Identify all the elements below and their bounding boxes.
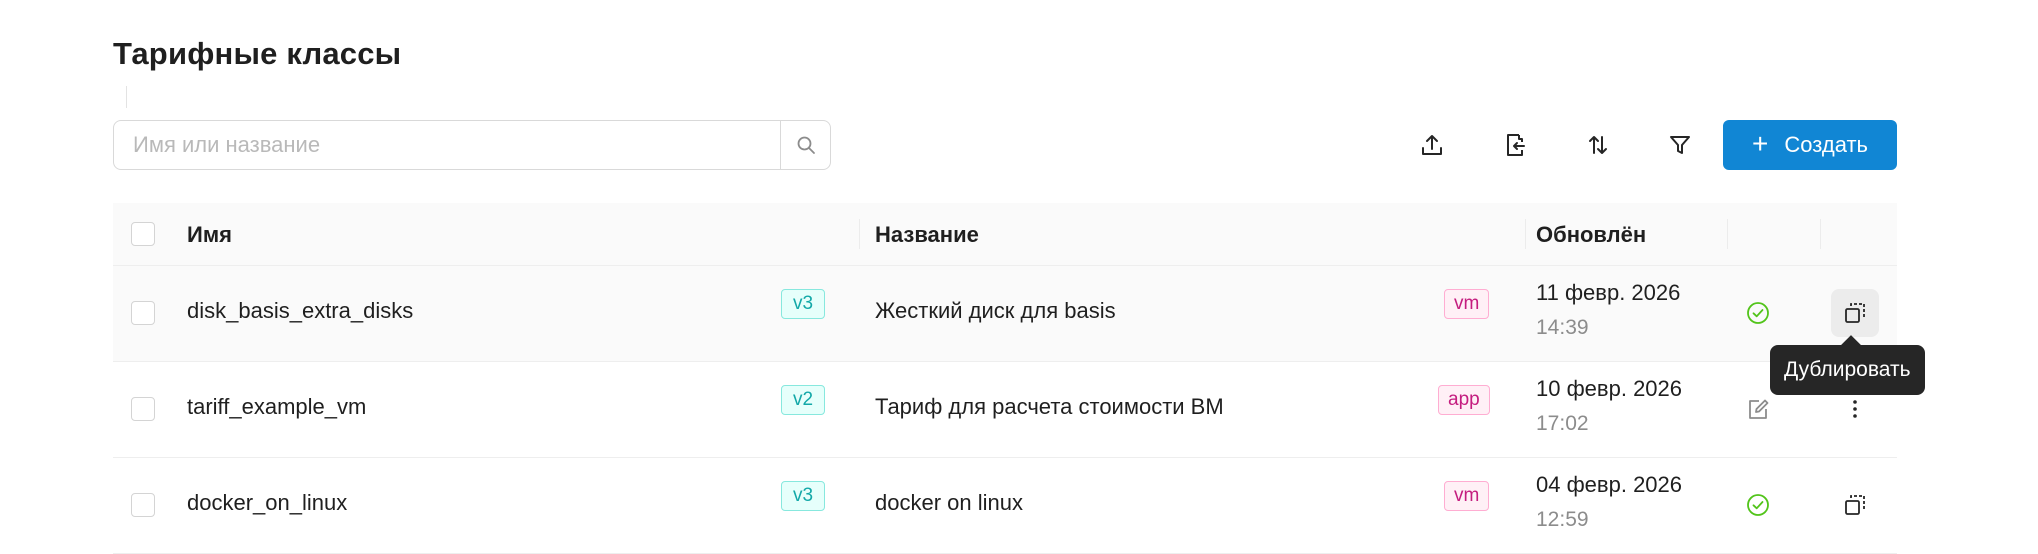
check-circle-icon: [1747, 302, 1769, 324]
type-badge: app: [1438, 385, 1490, 415]
duplicate-button[interactable]: [1831, 289, 1879, 337]
row-date: 10 февр. 2026: [1536, 376, 1683, 401]
create-label: Создать: [1784, 132, 1868, 157]
copy-icon: [1845, 495, 1865, 515]
row-title: Жесткий диск для basis: [875, 298, 1116, 323]
duplicate-tooltip: Дублировать: [1770, 345, 1925, 395]
version-badge: v3: [781, 481, 825, 511]
import-button[interactable]: [1494, 124, 1536, 166]
table-row[interactable]: disk_basis_extra_disks v3 Жесткий диск д…: [113, 266, 1897, 362]
copy-icon: [1845, 303, 1865, 323]
row-checkbox[interactable]: [131, 301, 155, 325]
column-separator: [1727, 219, 1728, 249]
select-all-checkbox[interactable]: [131, 222, 155, 246]
check-circle-icon: [1747, 494, 1769, 516]
duplicate-button[interactable]: [1831, 481, 1879, 529]
row-title: Тариф для расчета стоимости ВМ: [875, 394, 1224, 419]
more-vertical-icon: [1853, 400, 1857, 418]
row-time: 17:02: [1536, 412, 1589, 435]
row-checkbox[interactable]: [131, 397, 155, 421]
column-separator: [1525, 219, 1526, 249]
sort-icon: [1589, 136, 1607, 154]
tariff-table: Имя Название Обновлён disk_basis_extra_d…: [113, 203, 1897, 554]
row-name: disk_basis_extra_disks: [187, 298, 414, 323]
divider: [126, 86, 127, 108]
type-badge: vm: [1444, 481, 1490, 511]
page: Тарифные классы Имя или название + Созда…: [0, 0, 2038, 554]
filter-button[interactable]: [1659, 124, 1701, 166]
search-icon: [797, 136, 815, 154]
row-time: 14:39: [1536, 316, 1589, 339]
plus-icon: +: [1752, 127, 1769, 159]
table-header: Имя Название Обновлён: [113, 203, 1897, 266]
row-date: 04 февр. 2026: [1536, 472, 1683, 497]
row-title: docker on linux: [875, 490, 1023, 515]
search-input[interactable]: [114, 121, 780, 169]
filter-icon: [1670, 136, 1690, 154]
edit-icon[interactable]: [1745, 396, 1771, 422]
search-button[interactable]: [780, 121, 830, 169]
row-time: 12:59: [1536, 508, 1589, 531]
column-header-title[interactable]: Название: [875, 222, 979, 248]
file-import-icon: [1507, 134, 1525, 156]
table-row[interactable]: docker_on_linux v3 docker on linux vm 04…: [113, 458, 1897, 554]
column-header-name[interactable]: Имя: [187, 222, 232, 248]
create-button[interactable]: + Создать: [1723, 120, 1897, 170]
row-name: tariff_example_vm: [187, 394, 367, 419]
row-checkbox[interactable]: [131, 493, 155, 517]
search-box: [113, 120, 831, 170]
type-badge: vm: [1444, 289, 1490, 319]
sort-button[interactable]: [1577, 124, 1619, 166]
column-separator: [1820, 219, 1821, 249]
version-badge: v2: [781, 385, 825, 415]
table-row[interactable]: tariff_example_vm v2 Тариф для расчета с…: [113, 362, 1897, 458]
column-separator: [859, 219, 860, 249]
row-name: docker_on_linux: [187, 490, 348, 515]
export-button[interactable]: [1411, 124, 1453, 166]
upload-icon: [1422, 135, 1442, 155]
page-title: Тарифные классы: [113, 36, 402, 71]
row-date: 11 февр. 2026: [1536, 280, 1681, 305]
column-header-updated[interactable]: Обновлён: [1536, 222, 1646, 248]
version-badge: v3: [781, 289, 825, 319]
